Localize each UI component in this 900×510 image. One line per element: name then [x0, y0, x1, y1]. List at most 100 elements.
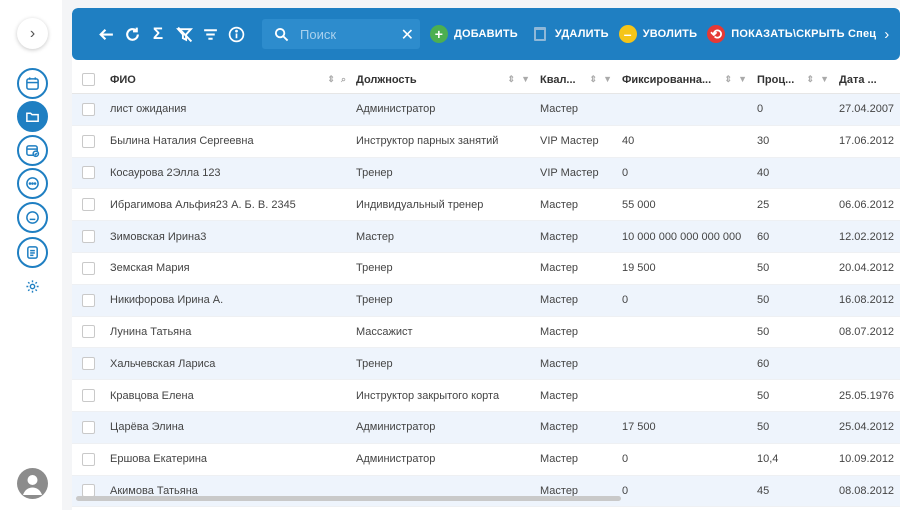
- table-row[interactable]: Земская Мария Тренер Мастер 19 500 50 20.04.2…: [72, 253, 900, 285]
- table-row[interactable]: Косаурова 2Элла 123 Тренер VIP Мастер 0 40: [72, 157, 900, 190]
- cell-qualification: Мастер: [540, 198, 579, 211]
- row-checkbox[interactable]: [81, 293, 95, 307]
- table-row[interactable]: лист ожидания Администратор Мастер 0 27.04.2…: [72, 94, 900, 126]
- row-checkbox[interactable]: [81, 166, 95, 180]
- cell-position: Инструктор парных занятий: [356, 135, 499, 148]
- sidebar-item-schedule[interactable]: [17, 135, 48, 166]
- header-fixed[interactable]: Фиксированна... ⇕ ▼: [618, 74, 753, 86]
- delete-button[interactable]: УДАЛИТЬ: [533, 27, 609, 41]
- sort-icon[interactable]: ⇕: [508, 74, 516, 85]
- row-checkbox[interactable]: [81, 261, 95, 275]
- staff-table: ФИО ⇕ ⌕ Должность ⇕ ▼ Квал... ⇕ ▼ Фиксирова…: [72, 66, 900, 508]
- cell-name: Былина Наталия Сергеевна: [110, 135, 254, 148]
- row-checkbox[interactable]: [81, 389, 95, 403]
- sidebar-item-documents[interactable]: [17, 237, 48, 268]
- user-avatar[interactable]: [17, 468, 48, 499]
- sidebar-item-minus[interactable]: [17, 202, 48, 233]
- cell-date: 17.06.2012: [839, 135, 895, 148]
- sidebar-item-chat[interactable]: [17, 168, 48, 199]
- table-row[interactable]: Кравцова Елена Инструктор закрытого корта…: [72, 380, 900, 412]
- cell-name: Земская Мария: [110, 262, 190, 275]
- cell-percent: 50: [757, 389, 770, 402]
- row-checkbox[interactable]: [81, 325, 95, 339]
- row-select-cell: [72, 134, 104, 148]
- row-select-cell: [72, 357, 104, 371]
- cell-position: Массажист: [356, 325, 413, 338]
- search-icon: [274, 27, 296, 42]
- clear-filter-button[interactable]: [172, 22, 196, 46]
- table-row[interactable]: Царёва Элина Администратор Мастер 17 500 50 2…: [72, 411, 900, 444]
- cell-date: 08.07.2012: [839, 325, 895, 338]
- chevron-right-icon: ›: [29, 24, 36, 42]
- row-checkbox[interactable]: [81, 357, 95, 371]
- cell-qualification: Мастер: [540, 294, 579, 307]
- cell-date: 06.06.2012: [839, 198, 895, 211]
- sidebar-item-settings[interactable]: [17, 271, 48, 302]
- cell-position: Тренер: [356, 294, 393, 307]
- sort-icon[interactable]: ⇕: [590, 74, 598, 85]
- toggle-columns-button[interactable]: ⟲ ПОКАЗАТЬ\СКРЫТЬ Спец: [707, 25, 876, 43]
- cell-percent: 45: [757, 484, 770, 497]
- close-icon[interactable]: ✕: [401, 25, 414, 45]
- header-date[interactable]: Дата ...: [835, 74, 900, 86]
- cell-name: Никифорова Ирина А.: [110, 294, 224, 307]
- header-position[interactable]: Должность ⇕ ▼: [352, 74, 536, 86]
- chevron-right-icon[interactable]: ›: [884, 26, 889, 43]
- filter-icon[interactable]: ▼: [820, 74, 829, 85]
- expand-sidebar-button[interactable]: ›: [17, 18, 48, 49]
- sum-button[interactable]: Σ: [146, 22, 170, 46]
- row-select-cell: [72, 389, 104, 403]
- horizontal-scrollbar[interactable]: [76, 496, 621, 501]
- toolbar: Σ ✕ + ДОБАВИТЬ: [72, 8, 900, 60]
- table-row[interactable]: Ибрагимова Альфия23 А. Б. В. 2345 Индивид…: [72, 189, 900, 222]
- cell-fixed: 40: [622, 135, 635, 148]
- table-row[interactable]: Зимовская Ирина3 Мастер Мастер 10 000 000 0…: [72, 221, 900, 253]
- filter-button[interactable]: [198, 22, 222, 46]
- sort-icon[interactable]: ⇕: [725, 74, 733, 85]
- table-row[interactable]: Лунина Татьяна Массажист Мастер 50 08.07.201…: [72, 317, 900, 349]
- cell-date: 16.08.2012: [839, 294, 895, 307]
- row-select-cell: [72, 452, 104, 466]
- add-button[interactable]: + ДОБАВИТЬ: [430, 25, 518, 43]
- row-checkbox[interactable]: [81, 134, 95, 148]
- search-icon[interactable]: ⌕: [341, 74, 346, 85]
- table-row[interactable]: Никифорова Ирина А. Тренер Мастер 0 50 16.08.…: [72, 284, 900, 317]
- table-row[interactable]: Былина Наталия Сергеевна Инструктор парны…: [72, 126, 900, 158]
- cell-percent: 40: [757, 166, 770, 179]
- sort-icon[interactable]: ⇕: [327, 74, 335, 85]
- toggle-label: ПОКАЗАТЬ\СКРЫТЬ Спец: [731, 28, 877, 40]
- cell-name: Царёва Элина: [110, 421, 184, 434]
- filter-icon[interactable]: ▼: [603, 74, 612, 85]
- row-checkbox[interactable]: [81, 420, 95, 434]
- table-row[interactable]: Ершова Екатерина Администратор Мастер 0 10,4…: [72, 444, 900, 476]
- refresh-button[interactable]: [120, 22, 144, 46]
- filter-icon[interactable]: ▼: [738, 74, 747, 85]
- row-select-cell: [72, 230, 104, 244]
- info-button[interactable]: [224, 22, 248, 46]
- cell-position: Администратор: [356, 103, 436, 116]
- search-input[interactable]: [300, 26, 390, 42]
- row-checkbox[interactable]: [81, 198, 95, 212]
- filter-icon[interactable]: ▼: [521, 74, 530, 85]
- fire-button[interactable]: – УВОЛИТЬ: [618, 25, 697, 43]
- select-all-checkbox[interactable]: [81, 73, 95, 86]
- table-row[interactable]: Акимова Татьяна Мастер 0 45 08.08.2012: [72, 475, 900, 508]
- table-row[interactable]: Хальчевская Лариса Тренер Мастер 60: [72, 348, 900, 381]
- header-name[interactable]: ФИО ⇕ ⌕: [104, 74, 352, 86]
- cell-percent: 50: [757, 262, 770, 275]
- cell-position: Тренер: [356, 262, 393, 275]
- cell-date: 27.04.2007: [839, 103, 895, 116]
- row-checkbox[interactable]: [81, 230, 95, 244]
- row-checkbox[interactable]: [81, 452, 95, 466]
- back-button[interactable]: [94, 22, 118, 46]
- cell-percent: 50: [757, 421, 770, 434]
- header-percent[interactable]: Проц... ⇕ ▼: [753, 74, 835, 86]
- sort-icon[interactable]: ⇕: [807, 74, 815, 85]
- header-qualification[interactable]: Квал... ⇕ ▼: [536, 74, 618, 86]
- row-checkbox[interactable]: [81, 102, 95, 116]
- cell-qualification: VIP Мастер: [540, 135, 599, 148]
- sidebar-item-calendar[interactable]: [17, 68, 48, 99]
- cell-position: Индивидуальный тренер: [356, 198, 484, 211]
- minus-icon: –: [618, 25, 637, 43]
- sidebar-item-folder[interactable]: [17, 101, 48, 132]
